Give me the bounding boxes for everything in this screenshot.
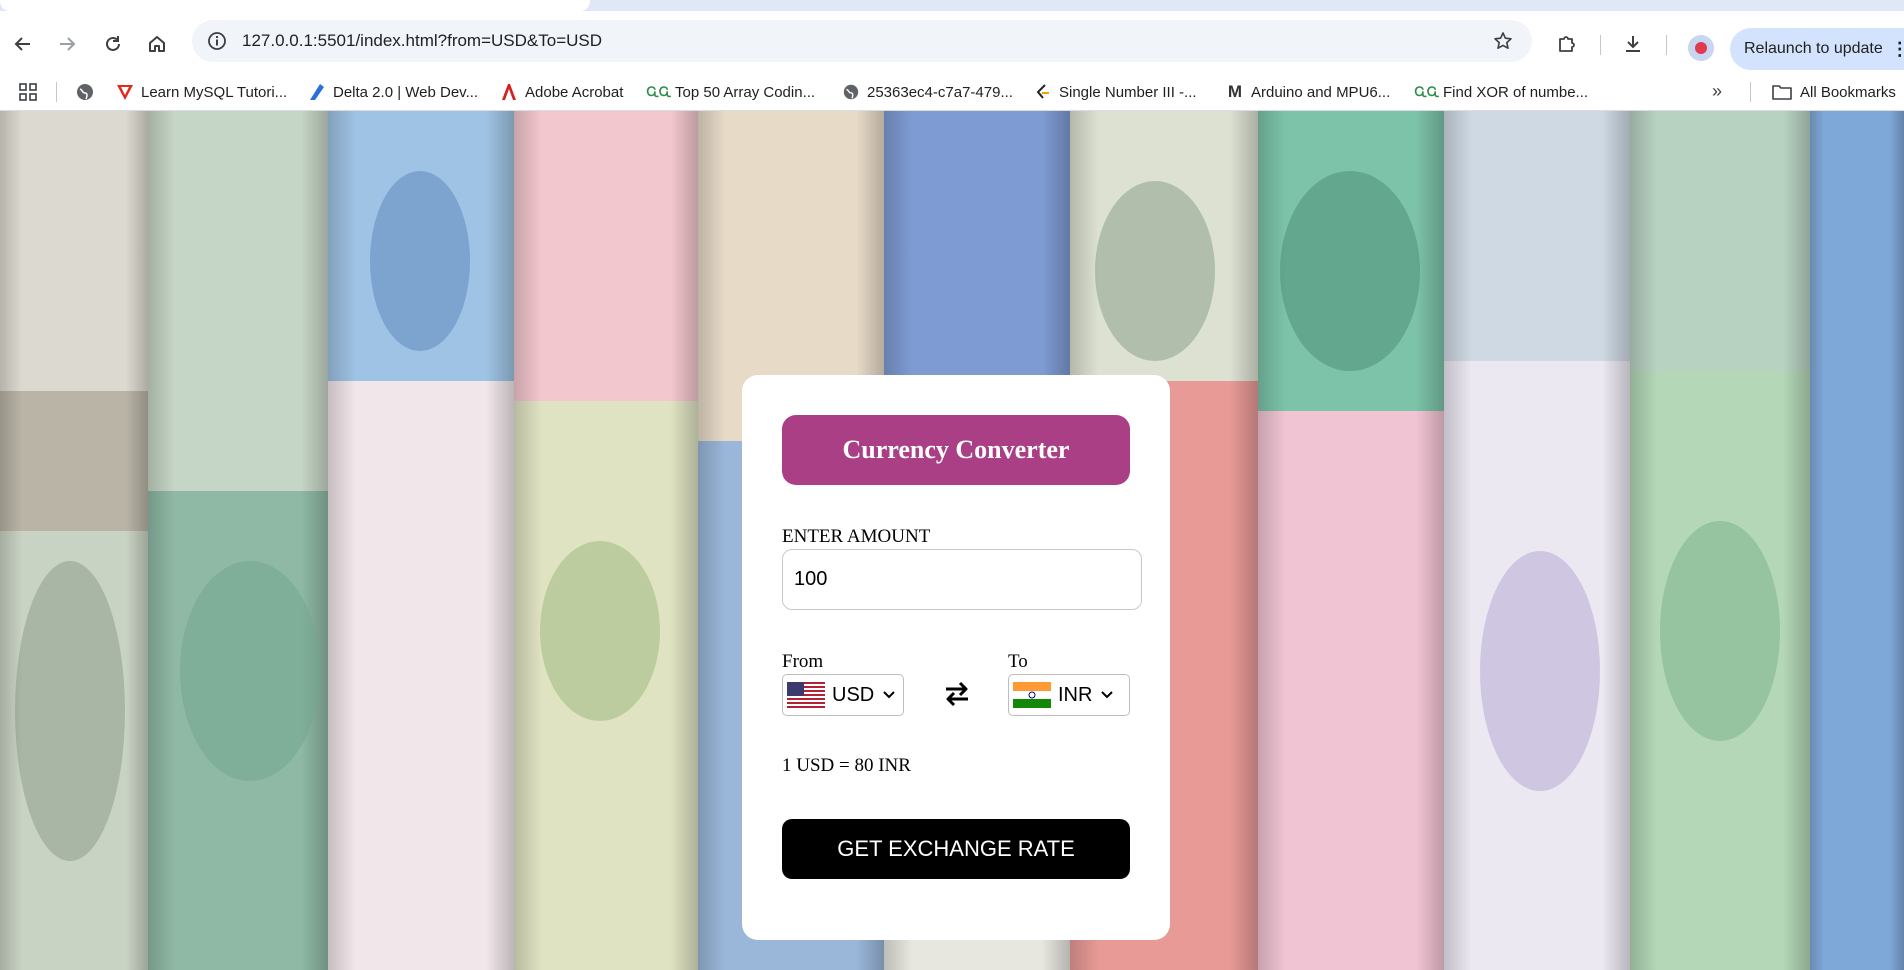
- bookmark-label: Learn MySQL Tutori...: [141, 83, 288, 101]
- bookmarks-bar: Learn MySQL Tutori... Delta 2.0 | Web De…: [0, 73, 1904, 111]
- from-currency-select[interactable]: USD: [782, 674, 904, 716]
- download-icon: [1626, 36, 1640, 52]
- us-flag-icon: [787, 682, 825, 708]
- background-tab[interactable]: [840, 0, 1904, 11]
- chevron-down-icon: [883, 691, 895, 699]
- bookmark-item[interactable]: 25363ec4-c7a7-479...: [842, 73, 1013, 111]
- home-button[interactable]: [140, 27, 174, 61]
- amount-input[interactable]: 100: [782, 549, 1142, 610]
- reload-icon: [106, 36, 120, 51]
- folder-icon: [1772, 85, 1792, 100]
- relaunch-label: Relaunch to update: [1744, 40, 1883, 57]
- india-flag-icon: [1013, 682, 1051, 708]
- leetcode-icon: [1034, 83, 1052, 101]
- bookmark-label: Arduino and MPU6...: [1251, 83, 1391, 101]
- forward-arrow-icon: [60, 37, 76, 51]
- bookmark-item[interactable]: Adobe Acrobat: [500, 73, 623, 111]
- toolbar-divider: [1666, 35, 1667, 55]
- puzzle-icon: [1559, 36, 1575, 52]
- bookmark-item[interactable]: ᏩᏩ Top 50 Array Codin...: [646, 73, 816, 111]
- globe-icon[interactable]: [75, 82, 95, 106]
- bookmark-label: Adobe Acrobat: [525, 83, 624, 101]
- site-info-icon[interactable]: [204, 28, 230, 54]
- extensions-button[interactable]: [1550, 27, 1584, 61]
- relaunch-button[interactable]: Relaunch to update ⋮: [1730, 28, 1904, 70]
- more-menu-icon[interactable]: ⋮: [1891, 39, 1904, 60]
- profile-icon: [1695, 42, 1707, 54]
- active-tab[interactable]: [0, 0, 590, 11]
- get-exchange-rate-button[interactable]: GET EXCHANGE RATE: [782, 819, 1130, 879]
- url-text[interactable]: 127.0.0.1:5501/index.html?from=USD&To=US…: [242, 31, 602, 51]
- bookmark-label: Delta 2.0 | Web Dev...: [333, 83, 479, 101]
- home-icon: [149, 36, 165, 52]
- amount-label: ENTER AMOUNT: [782, 526, 931, 547]
- bookmark-item[interactable]: Delta 2.0 | Web Dev...: [308, 73, 478, 111]
- bookmark-label: Find XOR of numbe...: [1443, 83, 1589, 101]
- page-viewport: Currency Converter ENTER AMOUNT 100 From…: [0, 111, 1904, 970]
- forward-button[interactable]: [50, 27, 84, 61]
- acrobat-icon: [500, 83, 518, 101]
- chevron-down-icon: [1101, 691, 1114, 699]
- bookmark-label: Top 50 Array Codin...: [675, 83, 816, 101]
- downloads-button[interactable]: [1616, 27, 1650, 61]
- bookmark-label: Single Number III -...: [1059, 83, 1197, 101]
- all-bookmarks-label: All Bookmarks: [1800, 83, 1896, 101]
- red-v-icon: [116, 83, 134, 101]
- bookmark-item[interactable]: ᏩᏩ Find XOR of numbe...: [1414, 73, 1589, 111]
- more-bookmarks-chevron-icon[interactable]: »: [1712, 81, 1722, 102]
- tab-strip: [0, 0, 1904, 11]
- bookmark-item[interactable]: M Arduino and MPU6...: [1226, 73, 1390, 111]
- to-currency-select[interactable]: INR: [1008, 674, 1130, 716]
- converter-title: Currency Converter: [782, 415, 1130, 485]
- gfg-icon: ᏩᏩ: [646, 84, 672, 99]
- globe-icon: [842, 83, 860, 101]
- bookmarks-divider: [56, 82, 57, 102]
- bookmark-star-icon[interactable]: [1490, 28, 1516, 54]
- from-currency-value: USD: [832, 683, 875, 706]
- back-arrow-icon: [14, 37, 30, 51]
- to-label: To: [1008, 651, 1028, 672]
- address-bar[interactable]: 127.0.0.1:5501/index.html?from=USD&To=US…: [192, 20, 1532, 62]
- toolbar-divider: [1600, 35, 1601, 55]
- to-currency-value: INR: [1058, 683, 1093, 706]
- back-button[interactable]: [6, 27, 40, 61]
- browser-toolbar: 127.0.0.1:5501/index.html?from=USD&To=US…: [0, 11, 1904, 73]
- converter-card: Currency Converter ENTER AMOUNT 100 From…: [742, 375, 1170, 940]
- medium-icon: M: [1227, 82, 1243, 101]
- gfg-icon: ᏩᏩ: [1414, 84, 1440, 99]
- from-label: From: [782, 651, 824, 672]
- bookmarks-divider: [1750, 82, 1751, 102]
- bookmark-label: 25363ec4-c7a7-479...: [867, 83, 1013, 101]
- swap-arrows-icon[interactable]: [940, 677, 974, 711]
- delta-icon: [308, 83, 326, 101]
- reload-button[interactable]: [96, 27, 130, 61]
- all-bookmarks-button[interactable]: All Bookmarks: [1772, 73, 1896, 111]
- exchange-rate-message: 1 USD = 80 INR: [782, 755, 911, 776]
- profile-avatar[interactable]: [1688, 35, 1714, 61]
- apps-grid-icon[interactable]: [18, 82, 38, 102]
- bookmark-item[interactable]: Single Number III -...: [1034, 73, 1197, 111]
- bookmark-item[interactable]: Learn MySQL Tutori...: [116, 73, 287, 111]
